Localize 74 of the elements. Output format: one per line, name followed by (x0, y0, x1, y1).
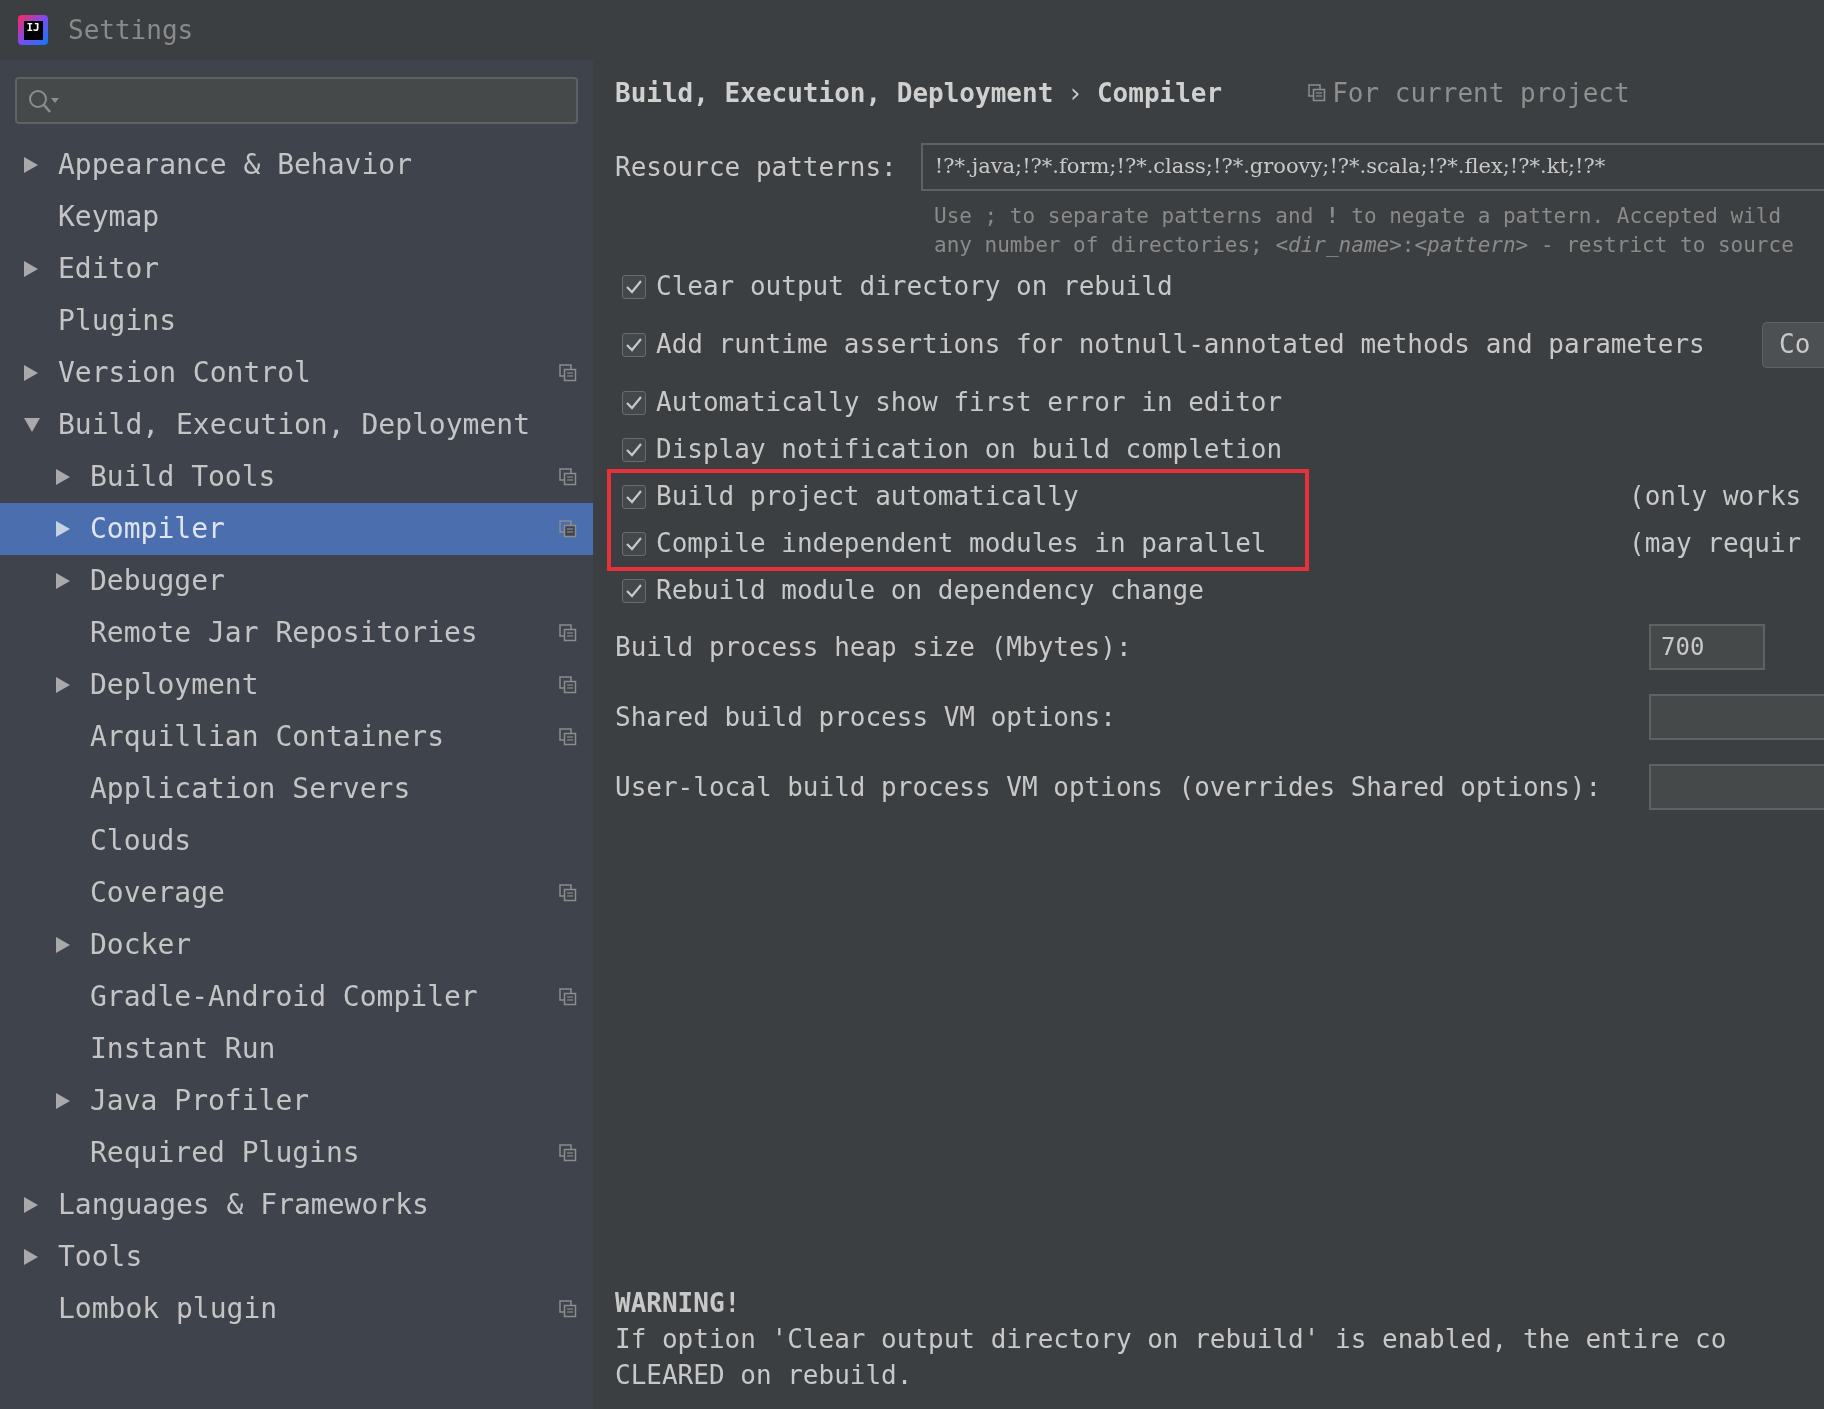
breadcrumb-separator: › (1067, 76, 1083, 110)
tree-item[interactable]: Version Control (0, 347, 593, 399)
checkbox[interactable] (622, 531, 646, 556)
tree-item[interactable]: Required Plugins (0, 1127, 593, 1179)
warning-text: If option 'Clear output directory on rebuild' is enabled, the entire co (615, 1323, 1728, 1356)
checkbox[interactable] (622, 332, 646, 357)
tree-item[interactable]: Build Tools (0, 451, 593, 503)
tree-item[interactable]: Deployment (0, 659, 593, 711)
tree-item[interactable]: Remote Jar Repositories (0, 607, 593, 659)
expand-arrow-icon[interactable] (56, 573, 70, 589)
field-label: User-local build process VM options (overrides Shared options): (615, 770, 1603, 804)
resource-patterns-field[interactable]: !?*.java;!?*.form;!?*.class;!?*.groovy;!?*.scala;!?*.flex;!?*.kt;!?* (920, 143, 1824, 191)
field-label: Resource patterns: (615, 150, 897, 184)
option-note: (only works (1629, 480, 1802, 513)
checkbox[interactable] (622, 274, 646, 299)
window-title: Settings (68, 13, 194, 47)
checkbox[interactable] (622, 484, 646, 509)
checkbox-label: Clear output directory on rebuild (656, 270, 1173, 303)
heap-size-field[interactable]: 700 (1649, 624, 1765, 670)
expand-arrow-icon[interactable] (24, 1197, 38, 1213)
tree-item[interactable]: Editor (0, 243, 593, 295)
tree-item[interactable]: Lombok plugin (0, 1283, 593, 1335)
expand-arrow-icon[interactable] (24, 365, 38, 381)
checkbox[interactable] (622, 390, 646, 415)
checkbox-label: Compile independent modules in parallel (656, 527, 1267, 560)
expand-arrow-icon[interactable] (56, 521, 70, 537)
collapse-arrow-icon[interactable] (24, 418, 40, 432)
tree-item[interactable]: Application Servers (0, 763, 593, 815)
expand-arrow-icon[interactable] (24, 1249, 38, 1265)
breadcrumb-item: Compiler (1096, 76, 1223, 110)
expand-arrow-icon[interactable] (24, 157, 38, 173)
checkbox-label: Add runtime assertions for notnull-annotated methods and parameters (656, 328, 1705, 361)
tree-item[interactable]: Clouds (0, 815, 593, 867)
option-note: (may requir (1629, 527, 1802, 560)
hint-text: Use ; to separate patterns and ! to negate a pattern. Accepted wild (934, 203, 1783, 230)
field-label: Shared build process VM options: (615, 700, 1117, 734)
checkbox-label: Rebuild module on dependency change (656, 574, 1204, 607)
vm-options-field[interactable] (1649, 694, 1824, 740)
checkbox-label: Build project automatically (656, 480, 1079, 513)
stacked-squares-icon (1308, 84, 1327, 102)
configure-button[interactable]: Co (1762, 321, 1824, 368)
expand-arrow-icon[interactable] (56, 1093, 70, 1109)
tree-item[interactable]: Plugins (0, 295, 593, 347)
search-icon (27, 87, 61, 114)
checkbox[interactable] (622, 578, 646, 603)
checkbox-label: Automatically show first error in editor (656, 386, 1283, 419)
tree-item[interactable]: Appearance & Behavior (0, 139, 593, 191)
tree-item[interactable]: Tools (0, 1231, 593, 1283)
search-field[interactable] (15, 77, 578, 124)
warning-title: WARNING! (615, 1287, 742, 1320)
expand-arrow-icon[interactable] (24, 261, 38, 277)
tree-item[interactable]: Keymap (0, 191, 593, 243)
tree-item[interactable]: Coverage (0, 867, 593, 919)
tree-item[interactable]: Docker (0, 919, 593, 971)
hint-text: any number of directories; <dir_name>:<pattern> - restrict to source (934, 232, 1795, 259)
checkbox[interactable] (622, 437, 646, 462)
expand-arrow-icon[interactable] (56, 677, 70, 693)
app-logo: IJ (18, 15, 48, 45)
tree-item[interactable]: Compiler (0, 503, 593, 555)
tree-item[interactable]: Gradle-Android Compiler (0, 971, 593, 1023)
scope-note: For current project (1332, 76, 1630, 110)
checkbox-label: Display notification on build completion (656, 433, 1283, 466)
tree-item[interactable]: Build, Execution, Deployment (0, 399, 593, 451)
tree-item[interactable]: Languages & Frameworks (0, 1179, 593, 1231)
tree-item[interactable]: Java Profiler (0, 1075, 593, 1127)
tree-item[interactable]: Debugger (0, 555, 593, 607)
expand-arrow-icon[interactable] (56, 937, 70, 953)
breadcrumb-item: Build, Execution, Deployment (615, 76, 1054, 110)
warning-text: CLEARED on rebuild. (615, 1359, 914, 1392)
tree-item[interactable]: Arquillian Containers (0, 711, 593, 763)
expand-arrow-icon[interactable] (56, 469, 70, 485)
tree-item[interactable]: Instant Run (0, 1023, 593, 1075)
vm-options-field[interactable] (1649, 764, 1824, 810)
field-label: Build process heap size (Mbytes): (615, 630, 1133, 664)
